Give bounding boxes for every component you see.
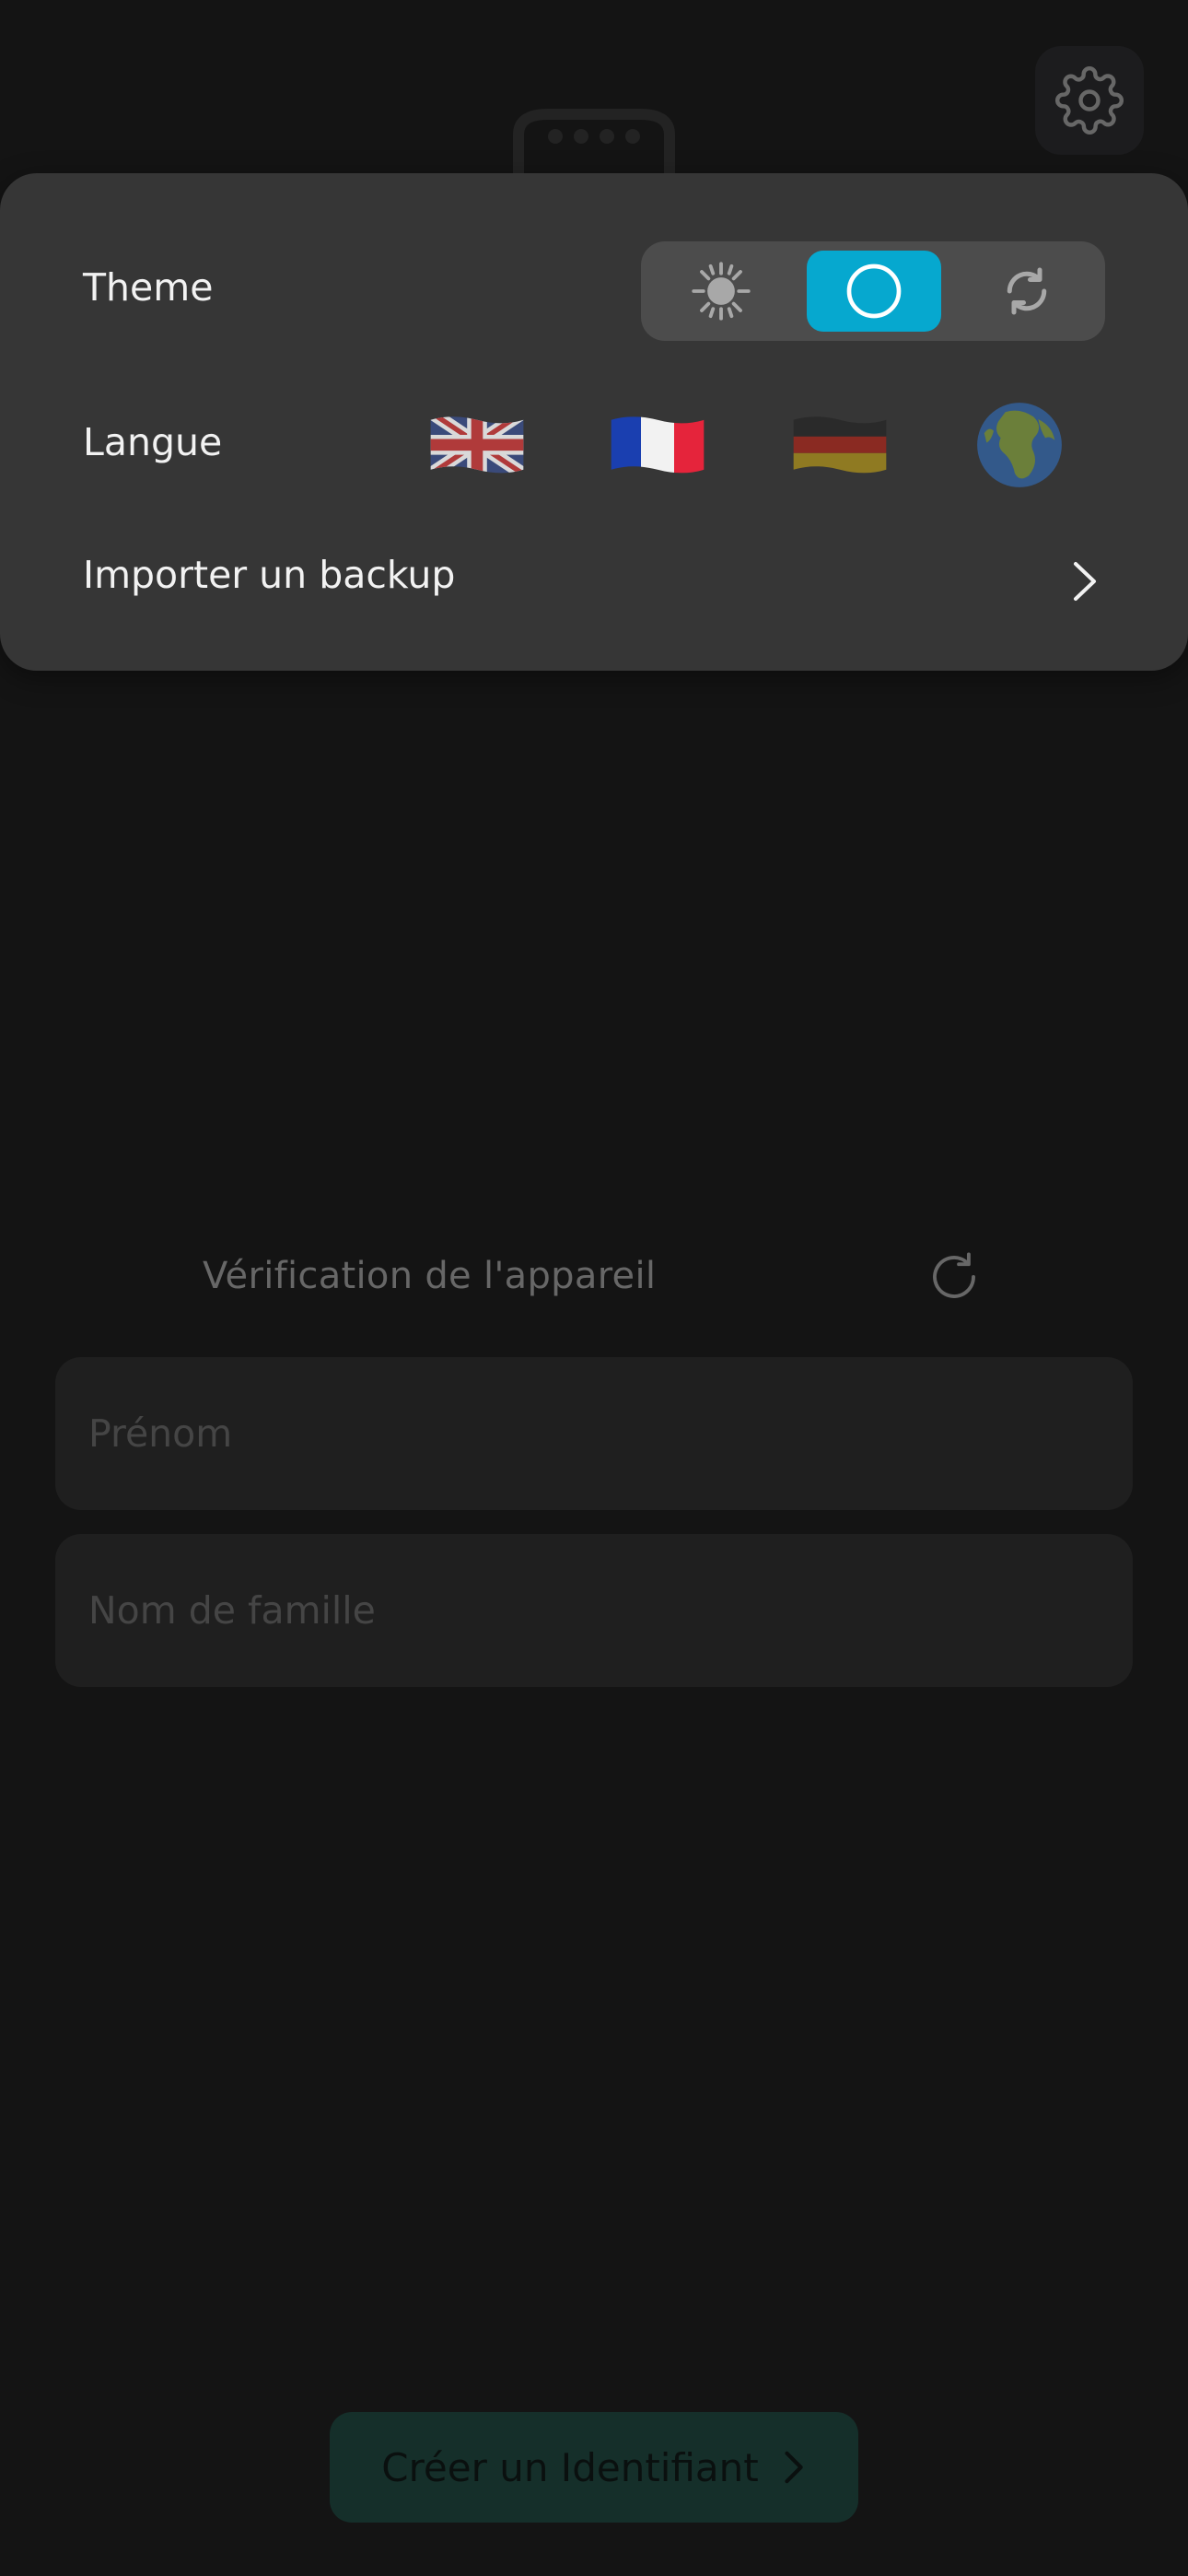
globe-icon[interactable] — [973, 398, 1066, 492]
app-screen: Vérification de l'appareil Prénom Nom de… — [0, 0, 1188, 2576]
settings-panel: Theme Langue Importer un backup — [0, 173, 1188, 671]
theme-switch — [641, 241, 1105, 341]
import-backup-label[interactable]: Importer un backup — [83, 553, 455, 597]
germany-flag-icon[interactable] — [790, 405, 890, 481]
sync-icon — [1007, 267, 1047, 315]
theme-light-option[interactable] — [654, 251, 788, 332]
france-flag-icon[interactable] — [608, 405, 707, 481]
theme-auto-option[interactable] — [960, 251, 1094, 332]
theme-label: Theme — [83, 265, 214, 310]
chevron-right-icon[interactable] — [1068, 558, 1101, 604]
sun-icon — [692, 262, 751, 321]
uk-flag-icon[interactable] — [427, 405, 527, 481]
theme-dark-option[interactable] — [807, 251, 941, 332]
moon-icon — [846, 263, 902, 319]
language-label: Langue — [83, 420, 223, 464]
